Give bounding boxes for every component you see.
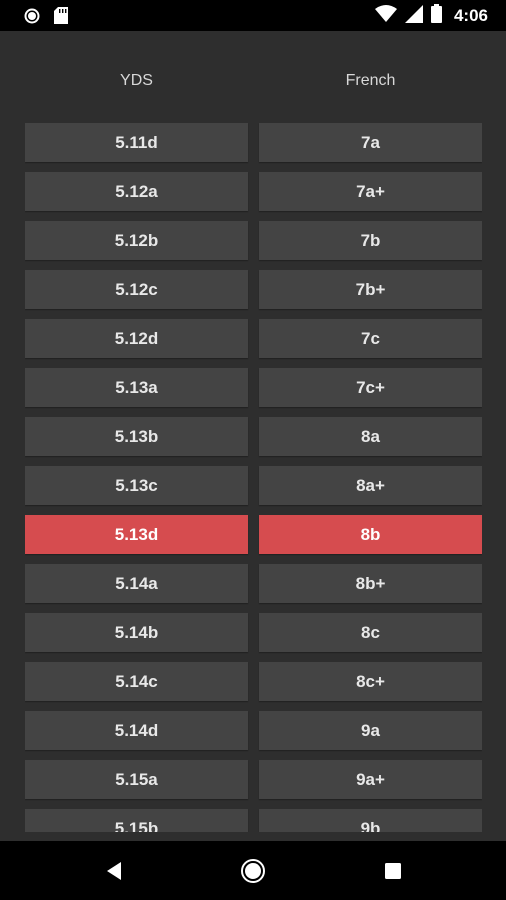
french-grade-cell[interactable]: 7b — [259, 221, 482, 260]
grade-row[interactable]: 5.12b 7b — [25, 221, 482, 260]
home-button[interactable] — [239, 857, 267, 885]
back-icon — [107, 862, 121, 880]
grade-row[interactable]: 5.11d 7a — [25, 123, 482, 162]
french-grade-cell[interactable]: 9b — [259, 809, 482, 832]
yds-grade-cell[interactable]: 5.13c — [25, 466, 248, 505]
grade-list[interactable]: 5.11d 7a 5.12a 7a+ 5.12b 7b 5.12c 7b+ 5.12d 7c 5.1… — [25, 123, 482, 832]
french-grade-cell[interactable]: 8b+ — [259, 564, 482, 603]
yds-grade-cell[interactable]: 5.12d — [25, 319, 248, 358]
grade-row[interactable]: 5.12a 7a+ — [25, 172, 482, 211]
notification-dot-icon — [24, 8, 40, 29]
status-right-icons: 4:06 — [374, 4, 488, 28]
yds-grade-cell[interactable]: 5.13b — [25, 417, 248, 456]
french-grade-cell[interactable]: 8c+ — [259, 662, 482, 701]
yds-grade-cell[interactable]: 5.14a — [25, 564, 248, 603]
yds-grade-cell[interactable]: 5.14b — [25, 613, 248, 652]
grade-conversion-view: YDS French 5.11d 7a 5.12a 7a+ 5.12b 7b 5.12c 7b… — [0, 31, 506, 841]
french-grade-cell[interactable]: 8c — [259, 613, 482, 652]
yds-grade-cell[interactable]: 5.12c — [25, 270, 248, 309]
yds-grade-cell[interactable]: 5.15a — [25, 760, 248, 799]
status-bar: 4:06 — [0, 0, 506, 31]
yds-grade-cell[interactable]: 5.12b — [25, 221, 248, 260]
signal-icon — [404, 4, 423, 28]
home-icon — [241, 859, 265, 883]
yds-grade-cell[interactable]: 5.13a — [25, 368, 248, 407]
sd-card-icon — [54, 7, 68, 29]
grade-row[interactable]: 5.13b 8a — [25, 417, 482, 456]
french-grade-cell[interactable]: 7b+ — [259, 270, 482, 309]
french-grade-cell[interactable]: 8a — [259, 417, 482, 456]
grade-row[interactable]: 5.12c 7b+ — [25, 270, 482, 309]
grade-row[interactable]: 5.15a 9a+ — [25, 760, 482, 799]
navigation-bar — [0, 841, 506, 900]
yds-grade-cell[interactable]: 5.14c — [25, 662, 248, 701]
yds-grade-cell[interactable]: 5.15b — [25, 809, 248, 832]
french-grade-cell[interactable]: 8b — [259, 515, 482, 554]
app-screen: 4:06 YDS French 5.11d 7a 5.12a 7a+ 5.12b 7b 5.… — [0, 0, 506, 900]
grade-row[interactable]: 5.15b 9b — [25, 809, 482, 832]
status-time: 4:06 — [453, 6, 488, 25]
grade-row[interactable]: 5.13c 8a+ — [25, 466, 482, 505]
french-grade-cell[interactable]: 7c+ — [259, 368, 482, 407]
yds-grade-cell[interactable]: 5.12a — [25, 172, 248, 211]
recents-button[interactable] — [379, 857, 407, 885]
grade-row[interactable]: 5.14c 8c+ — [25, 662, 482, 701]
recents-icon — [385, 863, 401, 879]
french-grade-cell[interactable]: 7a — [259, 123, 482, 162]
yds-grade-cell[interactable]: 5.13d — [25, 515, 248, 554]
grade-row[interactable]: 5.13a 7c+ — [25, 368, 482, 407]
wifi-icon — [374, 4, 397, 28]
yds-column-header: YDS — [120, 72, 153, 89]
french-grade-cell[interactable]: 9a+ — [259, 760, 482, 799]
grade-row[interactable]: 5.14b 8c — [25, 613, 482, 652]
french-grade-cell[interactable]: 8a+ — [259, 466, 482, 505]
grade-row[interactable]: 5.13d 8b — [25, 515, 482, 554]
status-left-icons — [24, 7, 68, 29]
french-column-header: French — [345, 72, 396, 89]
battery-icon — [430, 4, 442, 28]
french-grade-cell[interactable]: 9a — [259, 711, 482, 750]
grade-row[interactable]: 5.12d 7c — [25, 319, 482, 358]
yds-grade-cell[interactable]: 5.14d — [25, 711, 248, 750]
back-button[interactable] — [100, 857, 128, 885]
french-grade-cell[interactable]: 7a+ — [259, 172, 482, 211]
yds-grade-cell[interactable]: 5.11d — [25, 123, 248, 162]
french-grade-cell[interactable]: 7c — [259, 319, 482, 358]
grade-row[interactable]: 5.14a 8b+ — [25, 564, 482, 603]
grade-row[interactable]: 5.14d 9a — [25, 711, 482, 750]
